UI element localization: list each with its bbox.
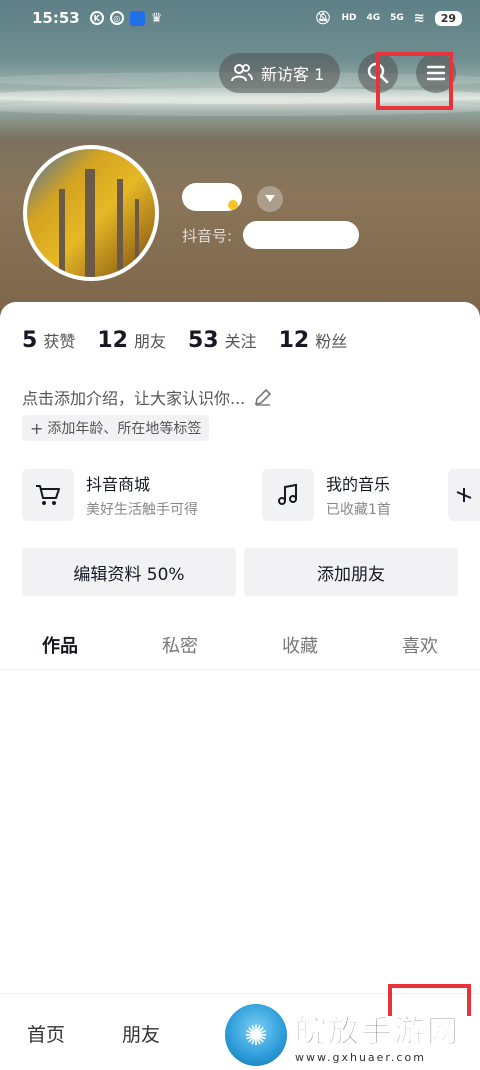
nav-home[interactable]: 首页 — [27, 1020, 65, 1047]
5g-signal-label: 5G — [390, 13, 404, 23]
stat-likes-label: 获赞 — [43, 332, 76, 351]
content-tabs: 作品 私密 收藏 喜欢 — [0, 620, 480, 670]
highlight-box-menu — [376, 52, 453, 110]
visitors-icon — [231, 64, 253, 82]
service-title: 我的音乐 — [326, 475, 391, 494]
tab-private[interactable]: 私密 — [120, 620, 240, 669]
crown-icon: ♛ — [150, 10, 163, 26]
tab-favorites[interactable]: 收藏 — [240, 620, 360, 669]
service-partial[interactable] — [448, 469, 480, 521]
stat-friends-count: 12 — [97, 328, 128, 353]
cart-icon — [22, 469, 74, 521]
bio-prompt[interactable]: 点击添加介绍，让大家认识你... — [22, 385, 273, 409]
stat-friends-label: 朋友 — [133, 332, 166, 351]
wifi-icon: ≋ — [413, 10, 425, 26]
stat-followers-label: 粉丝 — [315, 332, 348, 351]
service-subtitle: 已收藏1首 — [326, 502, 391, 518]
service-my-music[interactable]: 我的音乐 已收藏1首 — [262, 469, 391, 521]
service-title: 抖音商城 — [86, 475, 151, 494]
octopus-logo-icon: ✺ — [225, 1004, 287, 1066]
stat-followers[interactable]: 12 粉丝 — [279, 328, 348, 353]
stat-likes[interactable]: 5 获赞 — [22, 328, 75, 353]
add-tags-label: 添加年龄、所在地等标签 — [47, 421, 202, 437]
tab-works[interactable]: 作品 — [0, 620, 120, 669]
account-switch-button[interactable] — [257, 186, 283, 212]
edit-pencil-icon — [255, 388, 272, 406]
stat-following-label: 关注 — [224, 332, 257, 351]
add-tags-chip[interactable]: + 添加年龄、所在地等标签 — [22, 415, 210, 441]
douyin-id-redacted — [243, 221, 359, 249]
douyin-id-label: 抖音号: — [182, 227, 233, 245]
edit-profile-button[interactable]: 编辑资料 50% — [22, 548, 236, 596]
tab-likes[interactable]: 喜欢 — [360, 620, 480, 669]
stat-following[interactable]: 53 关注 — [188, 328, 257, 353]
4g-signal-label: 4G — [366, 13, 381, 23]
mute-icon: 🔕︎ — [314, 10, 332, 26]
stat-friends[interactable]: 12 朋友 — [97, 328, 166, 353]
avatar[interactable] — [23, 145, 159, 281]
hd-signal-label: HD — [341, 13, 357, 23]
battery-indicator: 29 — [434, 10, 462, 26]
watermark-title: 皖放手游网 — [295, 1014, 460, 1051]
zhihu-app-icon — [129, 10, 145, 26]
visitor-label: 新访客 1 — [261, 65, 325, 84]
status-time: 15:53 — [32, 9, 80, 27]
stat-followers-count: 12 — [278, 328, 310, 353]
bio-text: 点击添加介绍，让大家认识你... — [22, 389, 246, 408]
music-note-icon — [262, 469, 314, 521]
watermark-logo: ✺ 皖放手游网 www.gxhuaer.com — [225, 1004, 477, 1066]
service-subtitle: 美好生活触手可得 — [86, 502, 198, 518]
notification-icon: K — [89, 11, 104, 25]
stat-following-count: 53 — [187, 328, 219, 353]
username-badge — [228, 200, 238, 210]
watermark-url: www.gxhuaer.com — [295, 1051, 426, 1064]
caret-down-icon — [265, 195, 275, 202]
nav-friends[interactable]: 朋友 — [122, 1020, 160, 1047]
stats-row: 5 获赞 12 朋友 53 关注 12 粉丝 — [22, 328, 369, 353]
add-friend-button[interactable]: 添加朋友 — [244, 548, 458, 596]
status-bar: 15:53 K ◎ ♛ 🔕︎ HD 4G 5G ≋ 29 — [0, 0, 480, 36]
service-douyin-mall[interactable]: 抖音商城 美好生活触手可得 — [22, 469, 198, 521]
new-visitors-button[interactable]: 新访客 1 — [219, 53, 340, 93]
sparkle-icon — [448, 469, 480, 521]
notification-icon-2: ◎ — [109, 11, 124, 25]
stat-likes-count: 5 — [22, 328, 38, 353]
plus-icon: + — [30, 418, 44, 438]
